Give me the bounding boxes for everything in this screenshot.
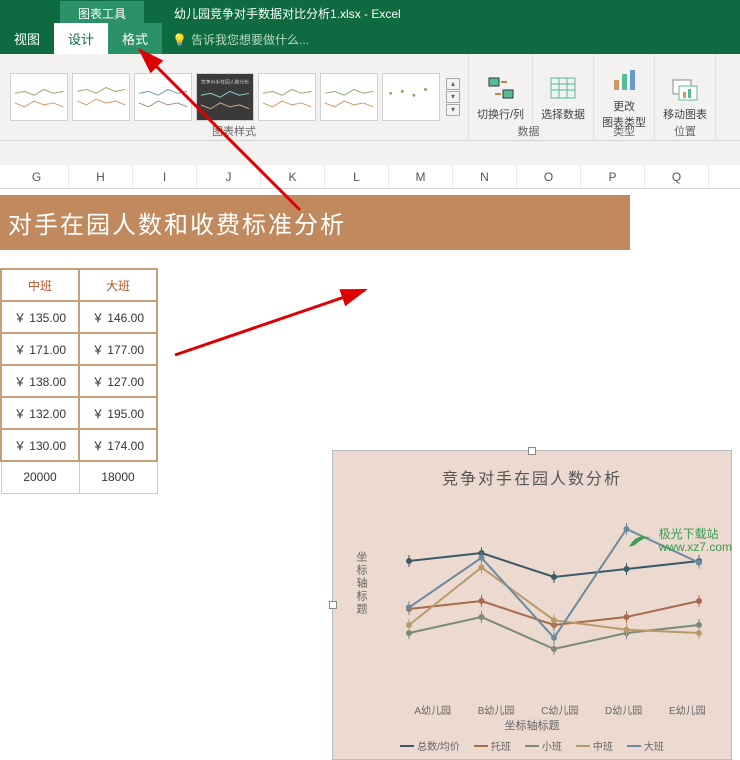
chart-style-1[interactable] [10,73,68,121]
switch-row-col-button[interactable]: 切换行/列 数据 [469,54,533,140]
styles-group-label: 图表样式 [0,123,468,139]
embedded-chart[interactable]: 竞争对手在园人数分析 坐标轴标题 A幼儿园 B幼儿园 C幼儿园 D幼儿园 E幼儿… [332,450,732,760]
table-row: ￥ 135.00￥ 146.00 [1,301,157,333]
chart-style-4[interactable]: 竞争对手在园人数分析 [196,73,254,121]
table-row: ￥ 130.00￥ 174.00 [1,429,157,461]
switch-icon [485,72,517,104]
select-data-button[interactable]: 选择数据 [533,54,594,140]
tab-view[interactable]: 视图 [0,23,54,54]
col-header[interactable]: N [453,165,517,188]
ribbon-tabs: 视图 设计 格式 💡 告诉我您想要做什么... [0,26,740,54]
resize-handle[interactable] [528,447,536,455]
styles-more-button[interactable]: ▴▾▾ [446,78,460,116]
type-group-label: 类型 [594,123,654,139]
table-row: ￥ 171.00￥ 177.00 [1,333,157,365]
ribbon: 竞争对手在园人数分析 ▴▾▾ 图表样式 切换行/列 数据 选择数据 更改 图表类… [0,54,740,141]
chevron-down-icon: ▾ [446,91,460,103]
y-axis-title[interactable]: 坐标轴标题 [353,551,369,616]
change-type-label: 更改 [613,98,635,114]
col-header[interactable]: G [5,165,69,188]
select-data-icon [547,72,579,104]
col-header[interactable]: J [197,165,261,188]
tab-design[interactable]: 设计 [54,23,108,54]
move-chart-icon [669,72,701,104]
table-header: 中班 [1,269,79,301]
watermark: 极光下载站 www.xz7.com [627,527,732,555]
table-row: ￥ 138.00￥ 127.00 [1,365,157,397]
col-header[interactable]: P [581,165,645,188]
tell-me-placeholder: 告诉我您想要做什么... [191,31,309,48]
chart-title[interactable]: 竞争对手在园人数分析 [333,465,731,489]
chart-legend[interactable]: 总数/均价 托班 小班 中班 大班 [333,738,731,753]
x-axis-title[interactable]: 坐标轴标题 [333,717,731,733]
col-header[interactable]: M [389,165,453,188]
chart-style-7[interactable] [382,73,440,121]
change-chart-type-button[interactable]: 更改 图表类型 类型 [594,54,655,140]
chart-type-icon [608,64,640,96]
col-header[interactable]: I [133,165,197,188]
col-header[interactable]: K [261,165,325,188]
col-header[interactable]: L [325,165,389,188]
column-headers: G H I J K L M N O P Q [0,165,740,189]
tab-format[interactable]: 格式 [108,23,162,54]
x-axis-labels: A幼儿园 B幼儿园 C幼儿园 D幼儿园 E幼儿园 [401,702,719,717]
svg-text:竞争对手在园人数分析: 竞争对手在园人数分析 [201,79,249,86]
chevron-up-icon: ▴ [446,78,460,90]
switch-label: 切换行/列 [477,106,524,122]
tell-me-input[interactable]: 💡 告诉我您想要做什么... [162,25,319,54]
col-header[interactable]: Q [645,165,709,188]
chart-tools-tab: 图表工具 [60,1,144,26]
chart-style-3[interactable] [134,73,192,121]
dropdown-icon: ▾ [446,104,460,116]
chart-style-5[interactable] [258,73,316,121]
chart-style-2[interactable] [72,73,130,121]
worksheet[interactable]: 对手在园人数和收费标准分析 中班大班 ￥ 135.00￥ 146.00 ￥ 17… [0,195,740,494]
lightbulb-icon: 💡 [172,33,187,47]
select-data-label: 选择数据 [541,106,585,122]
sheet-title-banner: 对手在园人数和收费标准分析 [0,195,630,250]
table-row: 2000018000 [1,461,157,493]
document-title: 幼儿园竞争对手数据对比分析1.xlsx - Excel [174,5,401,22]
logo-icon [627,527,655,555]
table-header: 大班 [79,269,157,301]
chart-style-6[interactable] [320,73,378,121]
table-row: ￥ 132.00￥ 195.00 [1,397,157,429]
location-group-label: 位置 [655,123,715,139]
chart-styles-group: 竞争对手在园人数分析 ▴▾▾ 图表样式 [0,54,469,140]
move-chart-button[interactable]: 移动图表 位置 [655,54,716,140]
move-chart-label: 移动图表 [663,106,707,122]
col-header[interactable]: H [69,165,133,188]
price-table[interactable]: 中班大班 ￥ 135.00￥ 146.00 ￥ 171.00￥ 177.00 ￥… [0,268,158,494]
resize-handle[interactable] [329,601,337,609]
col-header[interactable]: O [517,165,581,188]
